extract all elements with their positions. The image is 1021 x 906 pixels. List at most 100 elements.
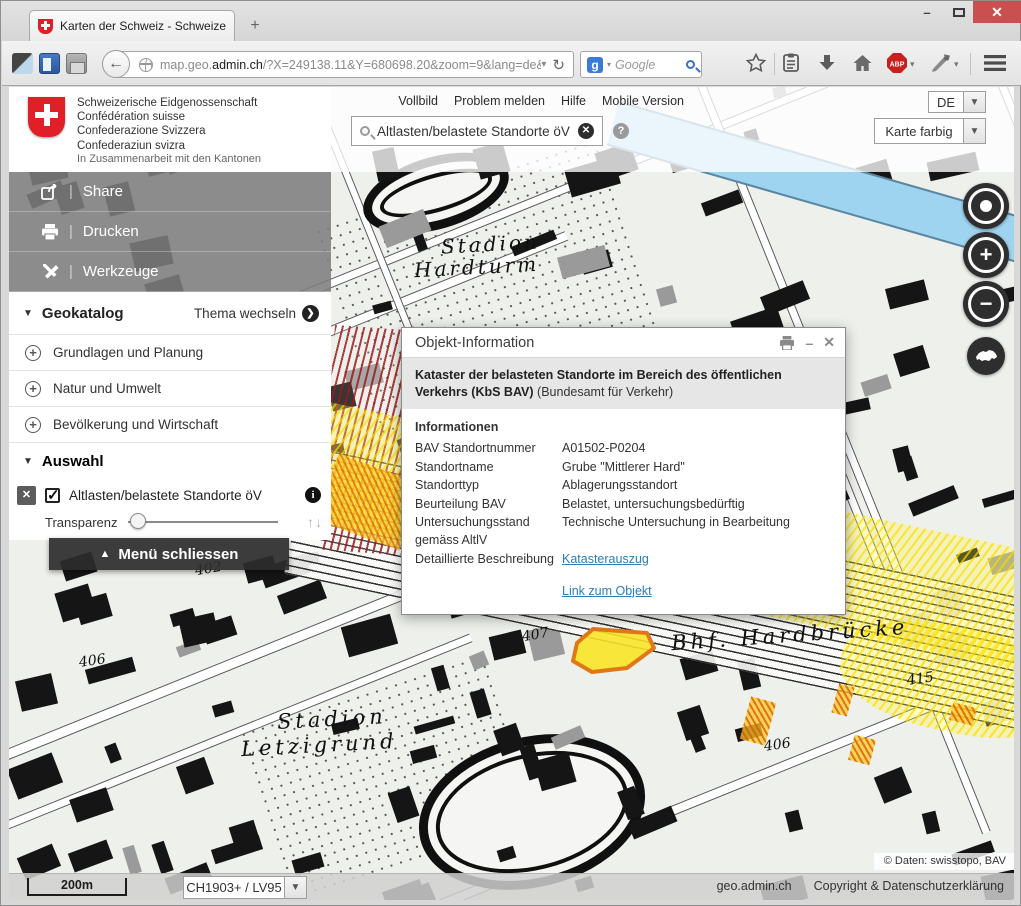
map-search-input[interactable]: Altlasten/belastete Standorte öV ✕	[351, 116, 603, 146]
geoadmin-link[interactable]: geo.admin.ch	[717, 879, 792, 893]
share-button[interactable]: | Share	[9, 172, 331, 212]
collapse-triangle-icon[interactable]: ▼	[23, 456, 33, 467]
popup-minimize-icon[interactable]: –	[805, 335, 813, 351]
tools-button[interactable]: | Werkzeuge	[9, 252, 331, 292]
map-decoration	[176, 757, 215, 795]
archive-addon-icon[interactable]	[66, 53, 87, 74]
menu-hamburger-icon[interactable]	[984, 54, 1006, 72]
map-decoration	[861, 374, 892, 396]
header-links: Vollbild Problem melden Hilfe Mobile Ver…	[398, 94, 684, 108]
link-mobile-version[interactable]: Mobile Version	[602, 94, 684, 108]
bookmark-star-icon[interactable]	[746, 53, 766, 73]
print-button[interactable]: | Drucken	[9, 212, 331, 252]
swiss-favicon-icon	[38, 19, 53, 34]
catalog-item-grundlagen[interactable]: + Grundlagen und Planung	[9, 334, 331, 370]
popup-subtitle: Kataster der belasteten Standorte im Ber…	[402, 358, 845, 409]
copyright-link[interactable]: Copyright & Datenschutzerklärung	[814, 879, 1004, 893]
link-zum-objekt[interactable]: Link zum Objekt	[562, 584, 652, 598]
url-bar[interactable]: map.geo.admin.ch/?X=249138.11&Y=680698.2…	[116, 51, 574, 78]
expand-plus-icon: +	[25, 381, 41, 397]
back-button[interactable]: ←	[102, 50, 130, 78]
chevron-down-icon: ▼	[284, 877, 306, 898]
search-engine-dropdown-icon[interactable]: ▾	[607, 60, 611, 69]
layer-checkbox[interactable]	[45, 488, 60, 503]
map-decoration	[982, 485, 1014, 507]
adblock-icon[interactable]: ABP	[886, 52, 908, 74]
map-decoration	[212, 701, 235, 718]
home-icon[interactable]	[852, 53, 873, 73]
map-decoration	[179, 612, 220, 647]
link-hilfe[interactable]: Hilfe	[561, 94, 586, 108]
search-help-icon[interactable]: ?	[613, 123, 629, 139]
printer-icon	[41, 224, 59, 240]
info-row: BAV StandortnummerA01502-P0204	[415, 439, 832, 457]
close-menu-button[interactable]: ▲ Menü schliessen	[49, 538, 289, 570]
projection-select[interactable]: CH1903+ / LV95 ▼	[183, 876, 307, 899]
geocatalog-title[interactable]: Geokatalog	[42, 305, 124, 322]
web-search-input[interactable]: g ▾ Google	[580, 51, 702, 78]
map-decoration	[874, 766, 913, 804]
catalog-panel: ▼ Geokatalog Thema wechseln ❯ + Grundlag…	[9, 292, 331, 540]
geolocate-button[interactable]	[963, 183, 1009, 229]
window-close-button[interactable]: ✕	[973, 1, 1021, 23]
toolbar-divider	[774, 53, 775, 75]
selected-feature-polygon[interactable]	[561, 621, 666, 676]
search-value: Altlasten/belastete Standorte öV	[377, 124, 571, 139]
google-icon[interactable]: g	[587, 57, 603, 73]
switzerland-extent-button[interactable]	[967, 337, 1005, 375]
transparency-slider[interactable]	[128, 521, 278, 523]
info-row: Untersuchungsstand gemäss AltlVTechnisch…	[415, 513, 832, 549]
map-decoration	[921, 810, 940, 834]
share-icon	[41, 184, 59, 200]
new-tab-button[interactable]: +	[243, 16, 267, 36]
triangle-up-icon: ▲	[100, 548, 111, 560]
search-go-icon[interactable]	[686, 60, 695, 69]
downloads-icon[interactable]	[817, 53, 837, 73]
url-dropdown-icon[interactable]: ▾	[541, 59, 546, 70]
popup-print-icon[interactable]	[779, 336, 795, 350]
language-select[interactable]: DE ▼	[928, 91, 986, 113]
window-titlebar: Karten der Schweiz - Schweize... + – ✕	[1, 1, 1020, 41]
link-vollbild[interactable]: Vollbild	[398, 94, 438, 108]
layer-label: Altlasten/belastete Standorte öV	[69, 488, 262, 503]
window-minimize-button[interactable]: –	[913, 1, 941, 23]
clear-search-icon[interactable]: ✕	[578, 123, 594, 139]
info-row: StandortnameGrube "Mittlerer Hard"	[415, 458, 832, 476]
cooperation-text: In Zusammenarbeit mit den Kantonen	[77, 153, 261, 165]
collapse-triangle-icon[interactable]: ▼	[23, 308, 33, 319]
toolbar-divider	[970, 53, 971, 75]
popup-close-icon[interactable]: ✕	[823, 334, 835, 351]
link-problem-melden[interactable]: Problem melden	[454, 94, 545, 108]
map-decoration	[899, 455, 917, 480]
expand-plus-icon: +	[25, 417, 41, 433]
screenshot-addon-icon[interactable]	[12, 53, 33, 74]
zoom-out-button[interactable]: −	[963, 281, 1009, 327]
addon-icon[interactable]	[39, 53, 60, 74]
remove-layer-button[interactable]: ✕	[17, 486, 36, 505]
bookmarks-menu-icon[interactable]	[782, 53, 800, 73]
url-text: map.geo.admin.ch/?X=249138.11&Y=680698.2…	[160, 58, 541, 72]
search-icon	[360, 126, 370, 136]
layer-reorder-icons[interactable]: ↑↓	[307, 514, 323, 530]
map-style-select[interactable]: Karte farbig ▼	[874, 118, 986, 144]
print-label: Drucken	[83, 223, 139, 240]
adblock-dropdown-icon[interactable]: ▾	[910, 59, 915, 70]
map-decoration	[785, 809, 803, 832]
layer-info-icon[interactable]: i	[305, 487, 321, 503]
switch-topic-button[interactable]: Thema wechseln ❯	[194, 305, 319, 322]
popup-header[interactable]: Objekt-Information – ✕	[402, 328, 845, 358]
map-decoration	[893, 345, 930, 377]
window-maximize-button[interactable]	[945, 1, 973, 23]
browser-tab[interactable]: Karten der Schweiz - Schweize...	[29, 10, 235, 41]
reload-icon[interactable]: ↻	[552, 56, 565, 74]
plugin-dropdown-icon[interactable]: ▾	[954, 59, 959, 70]
slider-thumb[interactable]	[130, 513, 146, 529]
plugin-icon[interactable]	[930, 53, 952, 73]
share-label: Share	[83, 183, 123, 200]
catalog-item-natur[interactable]: + Natur und Umwelt	[9, 370, 331, 406]
transparency-label: Transparenz	[45, 515, 118, 530]
zoom-in-button[interactable]: +	[963, 232, 1009, 278]
katasterauszug-link[interactable]: Katasterauszug	[562, 552, 649, 566]
catalog-item-bevoelkerung[interactable]: + Bevölkerung und Wirtschaft	[9, 406, 331, 442]
selection-title[interactable]: Auswahl	[42, 453, 104, 470]
